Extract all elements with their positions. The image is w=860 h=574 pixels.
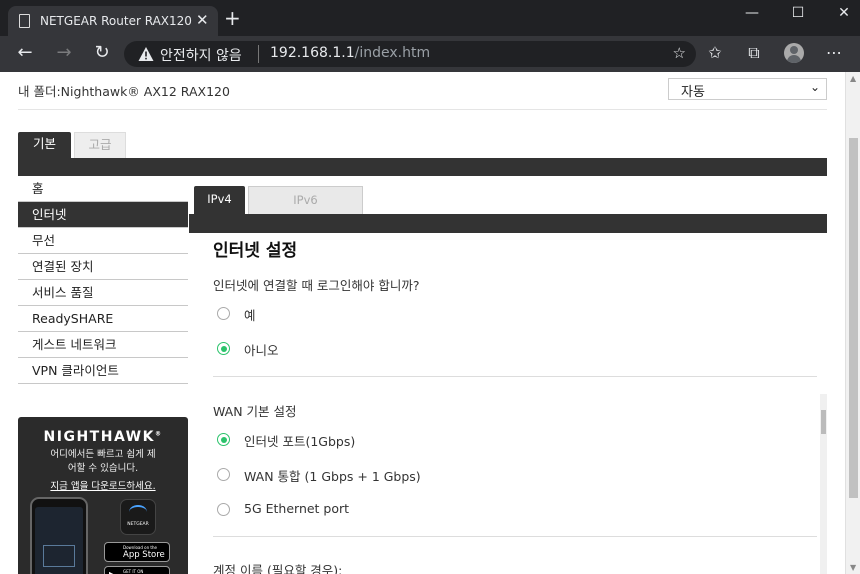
warning-icon xyxy=(138,47,154,61)
page-icon xyxy=(19,14,30,28)
favorites-icon[interactable]: ✩ xyxy=(703,43,727,62)
tab-basic[interactable]: 기본 xyxy=(18,132,71,158)
tab-strip: NETGEAR Router RAX120 ✕ + — ☐ ✕ xyxy=(0,0,860,36)
sidebar-item-home[interactable]: 홈 xyxy=(18,176,188,202)
address-separator xyxy=(258,45,259,63)
promo-line-1: 어디에서든 빠르고 쉽게 제 xyxy=(50,449,156,460)
more-menu-icon[interactable]: ⋯ xyxy=(822,43,846,62)
play-small: GET IT ON xyxy=(123,569,144,574)
security-label[interactable]: 안전하지 않음 xyxy=(160,45,242,65)
profile-avatar[interactable] xyxy=(784,43,804,63)
router-page: 내 폴더:Nighthawk® AX12 RAX120 자동 ⌄ 기본 고급 홈… xyxy=(0,72,845,574)
add-favorite-icon[interactable]: ☆ xyxy=(673,44,686,62)
wan-preference-title: WAN 기본 설정 xyxy=(213,404,297,419)
phone-image xyxy=(30,497,88,574)
wan-aggregation-radio[interactable] xyxy=(217,468,230,481)
sidebar-item-readyshare[interactable]: ReadySHARE xyxy=(18,306,188,332)
inner-scroll-thumb[interactable] xyxy=(821,410,826,434)
play-icon: ▶ xyxy=(109,569,117,574)
tab-title: NETGEAR Router RAX120 xyxy=(40,14,192,28)
browser-tab[interactable]: NETGEAR Router RAX120 ✕ xyxy=(8,6,218,36)
browser-toolbar: ← → ↻ 안전하지 않음 192.168.1.1/index.htm ☆ ✩ … xyxy=(0,36,860,72)
download-app-link[interactable]: 지금 앱을 다운로드하세요. xyxy=(18,478,188,492)
new-tab-icon[interactable]: + xyxy=(224,8,241,28)
app-store-badge[interactable]: Download on the App Store xyxy=(104,542,170,562)
login-question: 인터넷에 연결할 때 로그인해야 합니까? xyxy=(213,278,420,293)
chevron-down-icon: ⌄ xyxy=(809,80,820,94)
sidebar-item-qos[interactable]: 서비스 품질 xyxy=(18,280,188,306)
address-bar[interactable]: 안전하지 않음 192.168.1.1/index.htm ☆ xyxy=(124,41,696,67)
section-divider-2 xyxy=(213,536,817,537)
wan-internet-port-label[interactable]: 인터넷 포트(1Gbps) xyxy=(244,431,355,450)
main-tab-bar xyxy=(18,158,827,176)
wan-5g-ethernet-label[interactable]: 5G Ethernet port xyxy=(244,501,349,516)
google-play-badge[interactable]: ▶ GET IT ON xyxy=(104,566,170,574)
close-tab-icon[interactable]: ✕ xyxy=(196,11,209,29)
collections-icon[interactable]: ⧉ xyxy=(742,43,766,63)
back-icon[interactable]: ← xyxy=(13,42,37,64)
page-title: 인터넷 설정 xyxy=(213,241,298,261)
app-icon-label: NETGEAR xyxy=(127,522,149,527)
account-name-label: 계정 이름 (필요할 경우): xyxy=(213,563,343,574)
sidebar-item-wireless[interactable]: 무선 xyxy=(18,228,188,254)
browser-window: NETGEAR Router RAX120 ✕ + — ☐ ✕ ← → ↻ 안전… xyxy=(0,0,860,574)
page-scrollbar[interactable]: ▲ ▼ xyxy=(845,72,860,574)
nighthawk-app-promo: NIGHTHAWK® 어디에서든 빠르고 쉽게 제어할 수 있습니다. 지금 앱… xyxy=(18,417,188,574)
promo-brand: NIGHTHAWK® xyxy=(18,429,188,445)
promo-line-2: 어할 수 있습니다. xyxy=(67,463,139,474)
scroll-up-icon[interactable]: ▲ xyxy=(850,74,856,83)
netgear-app-icon: NETGEAR xyxy=(120,499,156,535)
wan-internet-port-radio[interactable] xyxy=(217,433,230,446)
scroll-down-icon[interactable]: ▼ xyxy=(850,563,856,572)
tab-ipv4[interactable]: IPv4 xyxy=(194,186,245,214)
url-host: 192.168.1.1 xyxy=(270,45,355,61)
tab-advanced[interactable]: 고급 xyxy=(74,132,126,158)
url-text[interactable]: 192.168.1.1/index.htm xyxy=(270,45,430,61)
url-path: /index.htm xyxy=(354,45,431,61)
forward-icon[interactable]: → xyxy=(52,42,76,64)
sidebar-item-internet[interactable]: 인터넷 xyxy=(18,202,188,228)
login-no-radio[interactable] xyxy=(217,342,230,355)
promo-text: 어디에서든 빠르고 쉽게 제어할 수 있습니다. xyxy=(28,448,178,476)
wan-aggregation-label[interactable]: WAN 통합 (1 Gbps + 1 Gbps) xyxy=(244,466,421,485)
minimize-icon[interactable]: — xyxy=(737,5,767,21)
sub-tab-bar xyxy=(189,214,827,233)
folder-label: 내 폴더:Nighthawk® AX12 RAX120 xyxy=(18,84,230,99)
trademark-mark: ® xyxy=(154,430,163,438)
window-close-icon[interactable]: ✕ xyxy=(829,5,859,21)
wan-5g-ethernet-radio[interactable] xyxy=(217,503,230,516)
tab-ipv6[interactable]: IPv6 xyxy=(248,186,363,214)
wifi-wave-icon xyxy=(129,505,147,519)
phone-screen xyxy=(35,507,83,574)
login-no-label[interactable]: 아니오 xyxy=(244,340,279,359)
scroll-thumb[interactable] xyxy=(849,138,858,498)
login-yes-radio[interactable] xyxy=(217,307,230,320)
promo-brand-text: NIGHTHAWK xyxy=(43,429,155,445)
reload-icon[interactable]: ↻ xyxy=(90,42,114,64)
sidebar-menu: 홈 인터넷 무선 연결된 장치 서비스 품질 ReadySHARE 게스트 네트… xyxy=(18,176,188,384)
language-select[interactable]: 자동 ⌄ xyxy=(668,78,827,100)
login-yes-label[interactable]: 예 xyxy=(244,305,256,324)
sidebar-item-attached-devices[interactable]: 연결된 장치 xyxy=(18,254,188,280)
sidebar-item-guest-network[interactable]: 게스트 네트워크 xyxy=(18,332,188,358)
sidebar-item-vpn-client[interactable]: VPN 클라이언트 xyxy=(18,358,188,384)
maximize-icon[interactable]: ☐ xyxy=(783,5,813,21)
inner-scrollbar[interactable] xyxy=(820,394,827,574)
app-store-big: App Store xyxy=(123,550,165,560)
section-divider xyxy=(213,376,817,377)
language-selected: 자동 xyxy=(681,85,705,100)
header-divider xyxy=(18,109,827,110)
